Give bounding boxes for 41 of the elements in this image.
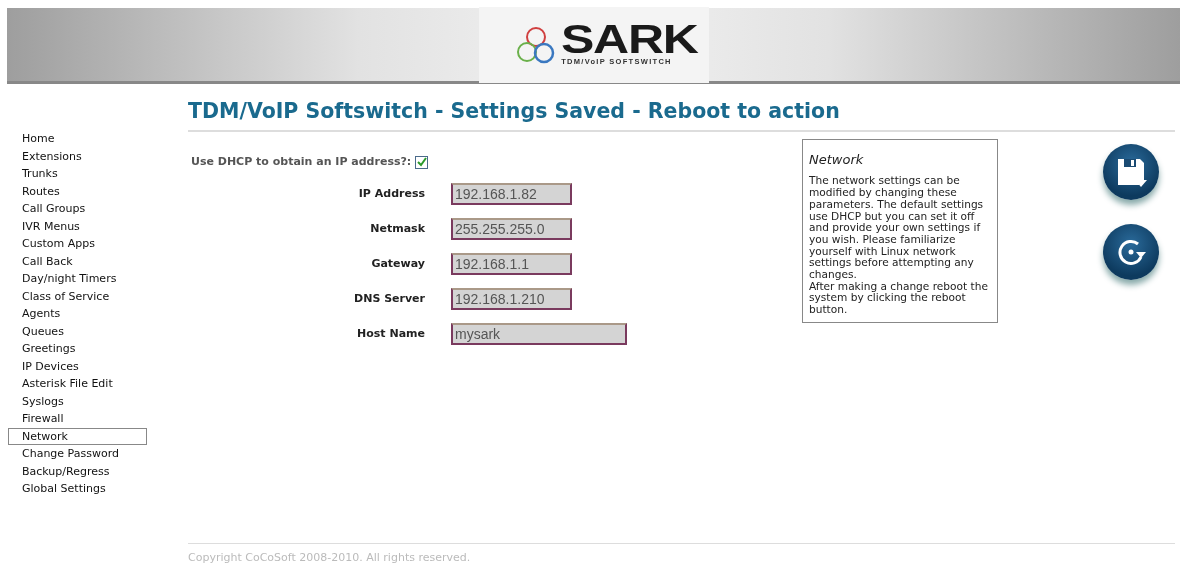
copyright-text: Copyright CoCoSoft 2008-2010. All rights reserved. — [188, 542, 1175, 566]
input-field[interactable]: 192.168.1.210 — [451, 288, 572, 311]
sidebar-item[interactable]: IP Devices — [8, 357, 147, 375]
input-field[interactable]: 192.168.1.1 — [451, 253, 572, 276]
input-field[interactable]: mysark — [451, 323, 627, 346]
dhcp-label: Use DHCP to obtain an IP address?: — [191, 153, 412, 170]
field-label: Gateway — [370, 256, 425, 273]
sidebar-item[interactable]: Queues — [8, 322, 147, 340]
dhcp-checkbox[interactable] — [415, 155, 429, 169]
sidebar-item[interactable]: Greetings — [8, 340, 147, 358]
sidebar-item[interactable]: Backup/Regress — [8, 462, 147, 480]
sidebar-item[interactable]: IVR Menus — [8, 217, 147, 235]
sidebar-item[interactable]: Syslogs — [8, 392, 147, 410]
sidebar-item[interactable]: Day/night Timers — [8, 270, 147, 288]
logo-text: SARK — [561, 21, 699, 56]
sidebar-item[interactable]: Call Groups — [8, 200, 147, 218]
sidebar-item[interactable]: Home — [8, 130, 147, 148]
input-field[interactable]: 255.255.255.0 — [451, 218, 572, 241]
help-text: The network settings can be modified by changing these parameters. The default settings use DHCP but you can set it off and provide your own settings if you wish. Please familiarize yourself with Linux network settings before attempting any changes. — [809, 175, 985, 281]
sidebar-item[interactable]: Call Back — [8, 252, 147, 270]
sidebar-item[interactable]: Firewall — [8, 410, 147, 428]
save-button[interactable] — [1103, 143, 1159, 200]
field-label: DNS Server — [353, 291, 425, 308]
sidebar-item[interactable]: Custom Apps — [8, 235, 147, 253]
sidebar-item[interactable]: Asterisk File Edit — [8, 375, 147, 393]
field-label: Netmask — [369, 221, 425, 238]
field-label: IP Address — [357, 186, 425, 203]
sidebar-item[interactable]: Global Settings — [8, 480, 147, 498]
input-field[interactable]: 192.168.1.82 — [451, 183, 572, 206]
sidebar-item[interactable]: Network — [8, 427, 147, 445]
sidebar-item[interactable]: Change Password — [8, 445, 147, 463]
sidebar-item[interactable]: Agents — [8, 305, 147, 323]
sidebar-item[interactable]: Routes — [8, 182, 147, 200]
page-title: TDM/VoIP Softswitch - Settings Saved - Reboot to action — [188, 96, 1175, 132]
sidebar-item[interactable]: Extensions — [8, 147, 147, 165]
sidebar-item[interactable]: Trunks — [8, 165, 147, 183]
help-title: Network — [809, 153, 865, 166]
field-label: Host Name — [356, 326, 425, 343]
sidebar-item[interactable]: Class of Service — [8, 287, 147, 305]
reboot-button[interactable] — [1103, 223, 1159, 280]
help-text: After making a change reboot the system by clicking the reboot button. — [809, 280, 989, 316]
